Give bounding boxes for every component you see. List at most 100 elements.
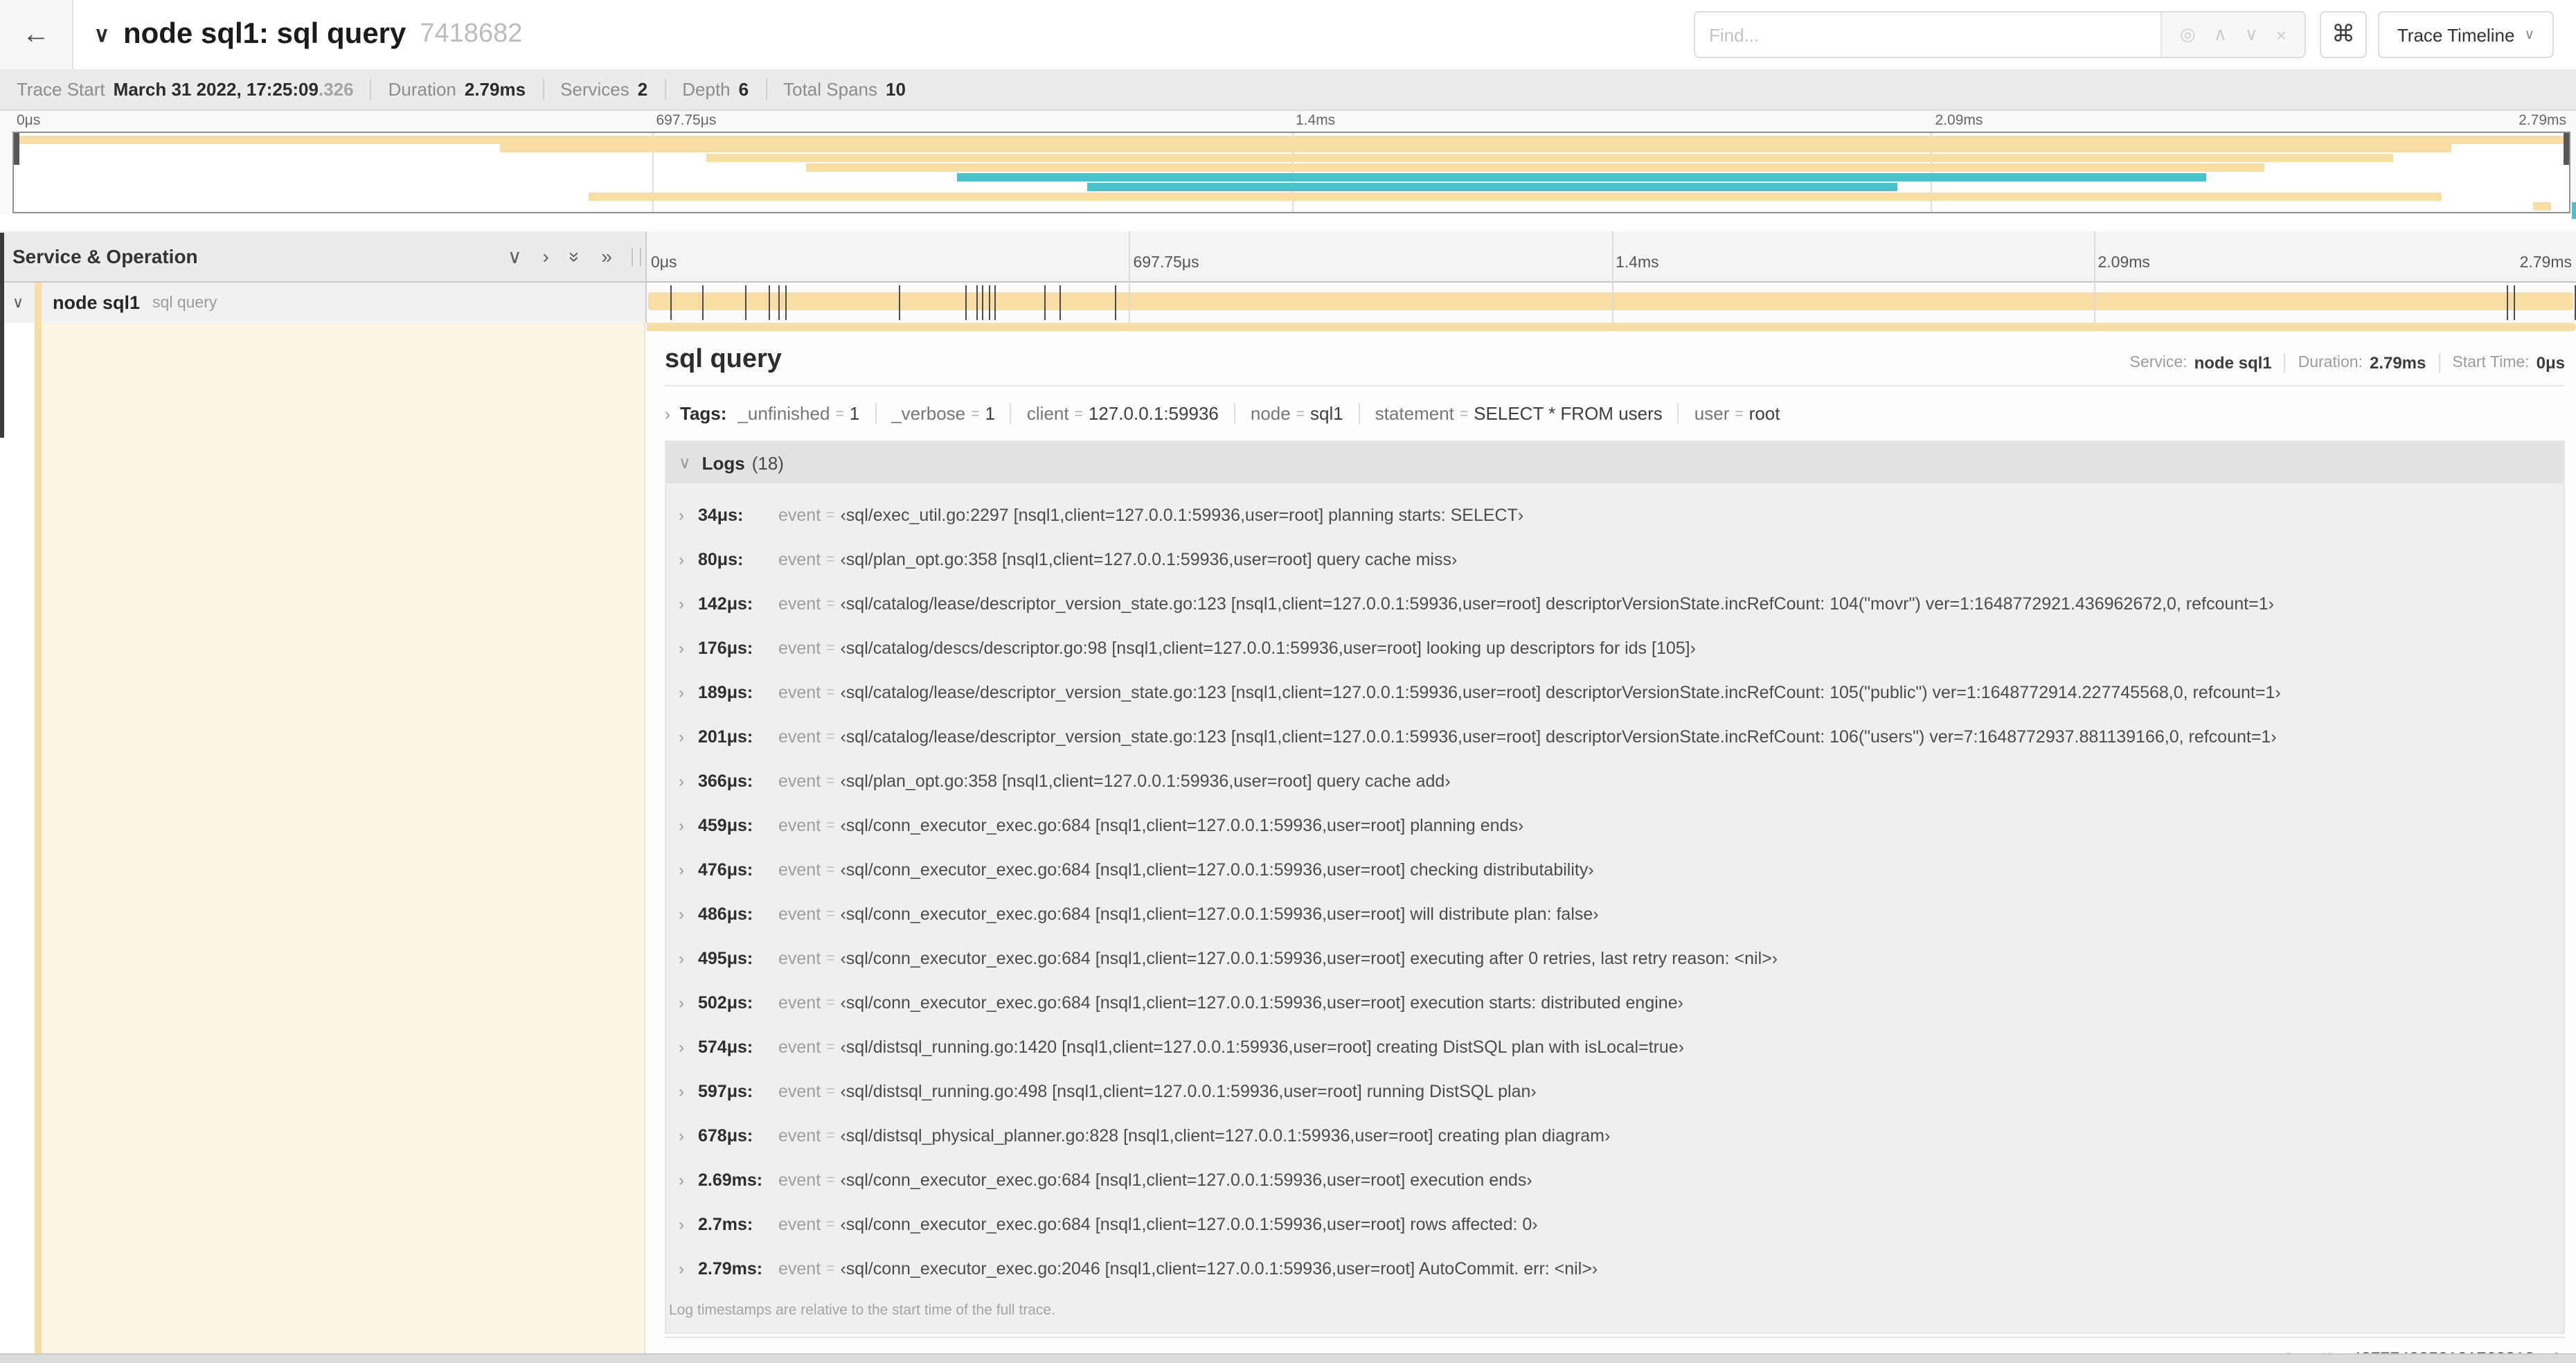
span-name-row[interactable]: ∨ node sql1 sql query <box>0 283 647 323</box>
log-equals: = <box>826 684 835 701</box>
span-service-name: node sql1 <box>53 292 141 313</box>
find-input[interactable] <box>1695 12 2161 57</box>
log-field-key: event <box>778 905 821 924</box>
log-equals: = <box>826 1039 835 1055</box>
tag-item[interactable]: _verbose = 1 <box>875 403 995 424</box>
tag-key: _verbose <box>891 403 966 424</box>
chevron-right-icon: › <box>679 905 684 924</box>
minimap-canvas[interactable] <box>12 132 2570 213</box>
log-timestamp: 366μs: <box>698 772 753 791</box>
tag-item[interactable]: _unfinished = 1 <box>737 403 859 424</box>
span-collapse-icon[interactable]: ∨ <box>0 294 36 312</box>
prev-result-icon[interactable]: ∧ <box>2214 24 2227 46</box>
span-duration-bar[interactable] <box>648 292 2573 310</box>
log-entry[interactable]: › 597μs: event = ‹sql/distsql_running.go:498… <box>679 1069 2552 1114</box>
log-entry[interactable]: › 459μs: event = ‹sql/conn_executor_exec.go:… <box>679 803 2552 848</box>
summary-value: 6 <box>738 79 749 100</box>
chevron-right-icon: › <box>679 594 684 614</box>
tags-label: Tags: <box>680 403 727 424</box>
back-button[interactable]: ← <box>0 0 73 69</box>
locate-icon[interactable]: ◎ <box>2180 24 2196 46</box>
log-entry[interactable]: › 142μs: event = ‹sql/catalog/lease/descript… <box>679 582 2552 626</box>
chevron-right-icon: › <box>665 404 670 423</box>
command-icon: ⌘ <box>2332 21 2355 47</box>
log-marker-tick <box>1044 285 1046 320</box>
minimap-axis-labels: 0μs 697.75μs 1.4ms 2.09ms 2.79ms <box>12 112 2570 132</box>
log-equals: = <box>826 1128 835 1144</box>
log-entry[interactable]: › 476μs: event = ‹sql/conn_executor_exec.go:… <box>679 848 2552 892</box>
logs-header[interactable]: ∨ Logs (18) <box>666 442 2564 483</box>
log-timestamp: 476μs: <box>698 860 753 880</box>
log-marker-tick <box>982 285 984 320</box>
summary-label: Trace Start <box>17 79 105 100</box>
log-marker-tick <box>2574 285 2576 320</box>
column-resize-grip[interactable] <box>632 248 641 266</box>
summary-item: Total Spans 10 <box>765 79 906 100</box>
tag-item[interactable]: statement = SELECT * FROM users <box>1358 403 1663 424</box>
service-operation-label: Service & Operation <box>12 245 198 267</box>
log-equals: = <box>826 773 835 790</box>
minimap-span-bar <box>14 135 2569 144</box>
log-equals: = <box>826 1260 835 1277</box>
axis-tick-label: 2.79ms <box>2519 112 2566 129</box>
log-entry[interactable]: › 678μs: event = ‹sql/distsql_physical_plann… <box>679 1114 2552 1158</box>
tag-item[interactable]: client = 127.0.0.1:59936 <box>1010 403 1219 424</box>
log-entry[interactable]: › 189μs: event = ‹sql/catalog/lease/descript… <box>679 670 2552 715</box>
scroll-indicator[interactable] <box>0 233 3 438</box>
log-entry[interactable]: › 486μs: event = ‹sql/conn_executor_exec.go:… <box>679 892 2552 936</box>
keyboard-shortcuts-button[interactable]: ⌘ <box>2320 11 2367 58</box>
log-entry[interactable]: › 366μs: event = ‹sql/plan_opt.go:358 [nsql1… <box>679 759 2552 803</box>
log-marker-tick <box>768 285 770 320</box>
logs-count: (18) <box>751 452 784 473</box>
trace-collapse-icon[interactable]: ∨ <box>94 22 109 47</box>
log-entry[interactable]: › 495μs: event = ‹sql/conn_executor_exec.go:… <box>679 936 2552 981</box>
tags-row[interactable]: › Tags: _unfinished = 1 _verbose = 1 client = 12… <box>665 403 2565 424</box>
page-header: ← ∨ node sql1: sql query 7418682 ◎∧∨× ⌘ … <box>0 0 2576 69</box>
log-entry[interactable]: › 502μs: event = ‹sql/conn_executor_exec.go:… <box>679 981 2552 1025</box>
log-field-value: ‹sql/conn_executor_exec.go:684 [nsql1,cl… <box>840 905 1599 924</box>
chevron-right-icon: › <box>679 1082 684 1101</box>
minimap-left-scrub-handle[interactable] <box>14 133 19 165</box>
log-entry[interactable]: › 2.7ms: event = ‹sql/conn_executor_exec.go:… <box>679 1202 2552 1247</box>
log-entry[interactable]: › 176μs: event = ‹sql/catalog/descs/descript… <box>679 626 2552 670</box>
log-entry[interactable]: › 2.79ms: event = ‹sql/conn_executor_exec.go… <box>679 1247 2552 1291</box>
log-timestamp: 80μs: <box>698 550 744 569</box>
clear-search-icon[interactable]: × <box>2276 24 2287 45</box>
log-field-value: ‹sql/conn_executor_exec.go:684 [nsql1,cl… <box>840 816 1524 835</box>
log-entry[interactable]: › 574μs: event = ‹sql/distsql_running.go:142… <box>679 1025 2552 1069</box>
log-entry[interactable]: › 34μs: event = ‹sql/exec_util.go:2297 [nsql… <box>679 493 2552 537</box>
log-timestamp: 34μs: <box>698 506 744 525</box>
minimap-span-bar <box>589 192 2442 201</box>
minimap-span-bar <box>706 154 2393 163</box>
trace-id-short: 7418682 <box>420 19 523 48</box>
tag-item[interactable]: node = sql1 <box>1233 403 1343 424</box>
axis-tick-label: 1.4ms <box>1616 255 1659 271</box>
expand-one-icon[interactable]: ∨ <box>508 244 522 268</box>
log-entry[interactable]: › 2.69ms: event = ‹sql/conn_executor_exec.go… <box>679 1158 2552 1202</box>
collapse-controls: ∨ › » » <box>508 244 612 268</box>
view-dropdown[interactable]: Trace Timeline ∨ <box>2378 11 2554 58</box>
timeline-area: 0μs 697.75μs 1.4ms 2.09ms 2.79ms <box>647 231 2576 323</box>
summary-item: Trace Start March 31 2022, 17:25:09.326 <box>17 79 354 100</box>
log-marker-tick <box>976 285 978 320</box>
collapse-all-icon[interactable]: » <box>601 244 612 268</box>
log-timestamp: 597μs: <box>698 1082 753 1101</box>
tag-value: 1 <box>849 403 860 424</box>
tag-equals: = <box>1296 405 1305 422</box>
log-entry[interactable]: › 80μs: event = ‹sql/plan_opt.go:358 [nsql1,… <box>679 537 2552 582</box>
log-marker-tick <box>899 285 901 320</box>
tag-item[interactable]: user = root <box>1677 403 1780 424</box>
collapse-one-icon[interactable]: › <box>542 244 548 268</box>
log-marker-tick <box>988 285 990 320</box>
next-result-icon[interactable]: ∨ <box>2245 24 2258 46</box>
summary-value: 10 <box>886 79 906 100</box>
log-field-value: ‹sql/exec_util.go:2297 [nsql1,client=127… <box>840 506 1524 525</box>
log-equals: = <box>826 596 835 612</box>
expand-all-icon[interactable]: » <box>564 251 587 262</box>
summary-value: 2.79ms <box>464 79 526 100</box>
log-entry[interactable]: › 201μs: event = ‹sql/catalog/lease/descript… <box>679 715 2552 759</box>
log-timestamp: 189μs: <box>698 683 753 702</box>
minimap-right-scrub-handle[interactable] <box>2564 133 2569 165</box>
log-timestamp: 502μs: <box>698 993 753 1013</box>
summary-value: 2 <box>637 79 648 100</box>
